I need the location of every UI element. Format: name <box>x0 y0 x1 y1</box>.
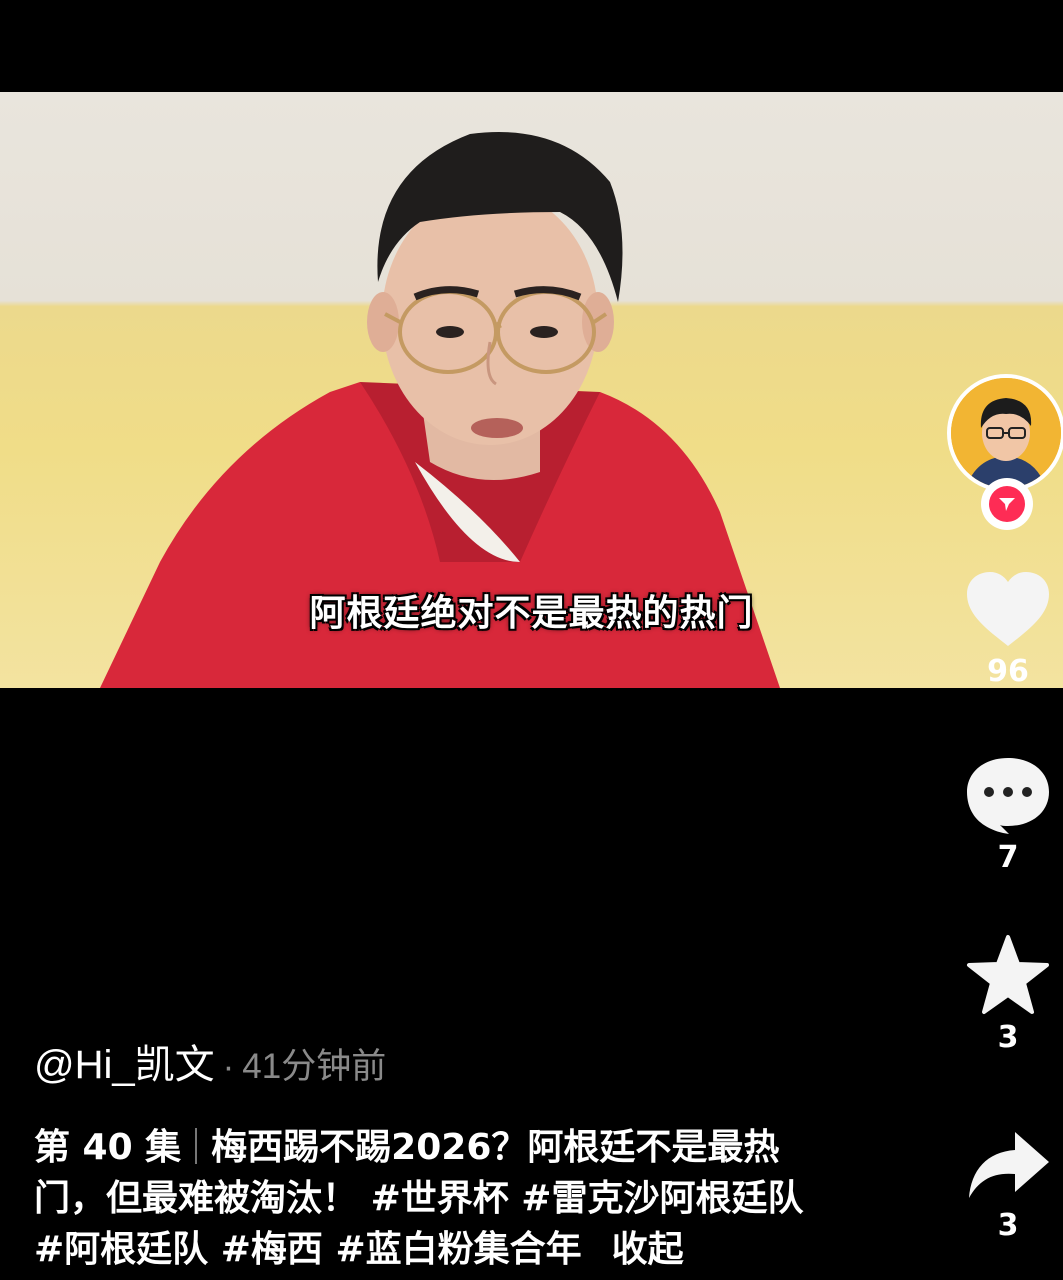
hashtag-argentina[interactable]: #阿根廷队 <box>34 1229 208 1270</box>
avatar[interactable] <box>947 374 1063 492</box>
share-count: 3 <box>997 1208 1019 1243</box>
collapse-button[interactable]: 收起 <box>612 1229 684 1270</box>
post-time: 41分钟前 <box>242 1047 387 1086</box>
video-subtitle: 阿根廷绝对不是最热的热门 <box>309 593 754 634</box>
video-description: 第 40 集梅西踢不踢2026？阿根廷不是最热门，但最难被淘汰！ #世界杯 #雷… <box>34 1122 814 1275</box>
share-icon <box>969 1132 1049 1198</box>
share-button[interactable]: 3 <box>943 1128 1063 1243</box>
comment-icon <box>967 758 1049 834</box>
follow-button[interactable] <box>981 478 1033 530</box>
video-player[interactable]: 阿根廷绝对不是最热的热门 <box>0 92 1063 688</box>
favorite-count: 3 <box>997 1020 1019 1055</box>
star-icon <box>967 935 1049 1014</box>
author-avatar-group[interactable] <box>943 370 1063 530</box>
follow-plus-icon <box>989 486 1025 522</box>
comment-count: 7 <box>997 840 1019 875</box>
favorite-button[interactable]: 3 <box>943 934 1063 1055</box>
divider <box>195 1128 198 1164</box>
episode-label[interactable]: 第 40 集 <box>34 1127 181 1168</box>
hashtag-world-cup[interactable]: #世界杯 <box>371 1178 509 1219</box>
like-count: 96 <box>987 654 1029 689</box>
like-button[interactable]: 96 <box>943 570 1063 689</box>
hashtag-messi[interactable]: #梅西 <box>221 1229 323 1270</box>
avatar-illustration <box>951 378 1061 488</box>
heart-icon <box>967 572 1049 646</box>
comment-button[interactable]: 7 <box>943 754 1063 875</box>
separator-dot: · <box>222 1047 235 1086</box>
author-line: @Hi_凯文 · 41分钟前 <box>34 1032 386 1090</box>
hashtag-lexar-argentina[interactable]: #雷克沙阿根廷队 <box>521 1178 803 1219</box>
hashtag-blue-white-fans[interactable]: #蓝白粉集合年 <box>335 1229 581 1270</box>
author-handle[interactable]: @Hi_凯文 <box>34 1043 215 1087</box>
